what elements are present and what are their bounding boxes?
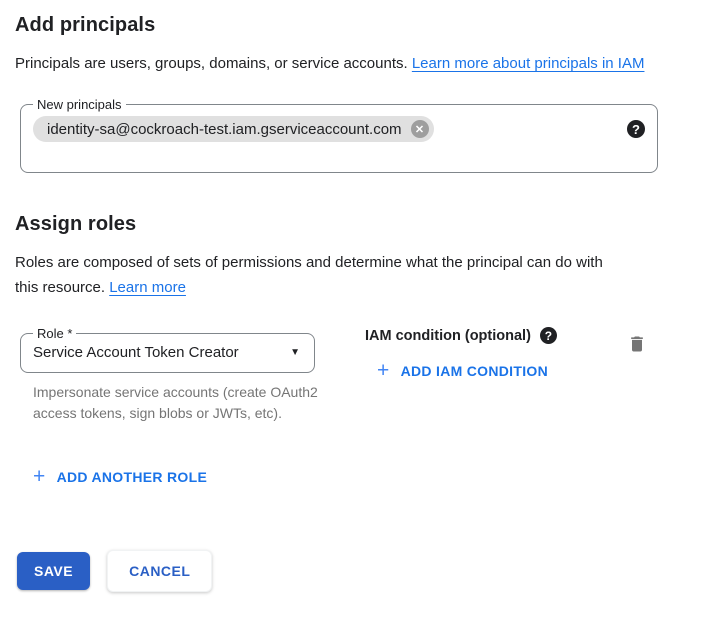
role-row: Role * Service Account Token Creator ▼ I… <box>20 326 698 424</box>
role-label: Role * <box>33 326 76 341</box>
assign-roles-title: Assign roles <box>15 213 698 236</box>
section-add-principals: Add principals Principals are users, gro… <box>15 14 698 173</box>
new-principals-chip-row: identity-sa@cockroach-test.iam.gservicea… <box>33 116 645 142</box>
plus-icon: + <box>33 466 46 487</box>
role-column: Role * Service Account Token Creator ▼ I… <box>20 326 335 424</box>
principals-description: Principals are users, groups, domains, o… <box>15 51 670 76</box>
chevron-down-icon: ▼ <box>290 347 300 358</box>
chip-remove-icon[interactable]: ✕ <box>411 120 429 138</box>
delete-role-button[interactable] <box>627 334 647 354</box>
add-iam-condition-button[interactable]: + ADD IAM CONDITION <box>377 360 548 381</box>
save-button[interactable]: SAVE <box>17 552 90 590</box>
add-another-role-button[interactable]: + ADD ANOTHER ROLE <box>33 466 207 487</box>
principal-chip: identity-sa@cockroach-test.iam.gservicea… <box>33 116 434 142</box>
section-assign-roles: Assign roles Roles are composed of sets … <box>15 213 698 488</box>
iam-condition-label: IAM condition (optional) <box>365 328 531 344</box>
new-principals-help-icon[interactable]: ? <box>627 120 645 138</box>
add-iam-condition-label: ADD IAM CONDITION <box>401 363 548 379</box>
delete-icon <box>627 342 647 357</box>
role-value-row[interactable]: Service Account Token Creator ▼ <box>33 344 302 361</box>
new-principals-field[interactable]: New principals identity-sa@cockroach-tes… <box>20 97 658 173</box>
iam-condition-column: IAM condition (optional) ? + ADD IAM CON… <box>365 326 627 382</box>
cancel-button[interactable]: CANCEL <box>107 550 212 592</box>
new-principals-label: New principals <box>33 97 126 112</box>
role-selected-value: Service Account Token Creator <box>33 344 239 361</box>
role-helper-text: Impersonate service accounts (create OAu… <box>33 382 331 424</box>
dialog-actions: SAVE CANCEL <box>17 550 698 592</box>
learn-more-principals-link[interactable]: Learn more about principals in IAM <box>412 55 645 72</box>
iam-condition-help-icon[interactable]: ? <box>540 327 557 344</box>
page-title: Add principals <box>15 14 698 37</box>
add-principals-dialog: Add principals Principals are users, gro… <box>0 0 713 592</box>
principal-chip-label: identity-sa@cockroach-test.iam.gservicea… <box>47 121 402 138</box>
learn-more-roles-link[interactable]: Learn more <box>109 279 186 296</box>
plus-icon: + <box>377 360 390 381</box>
iam-condition-label-row: IAM condition (optional) ? <box>365 326 627 344</box>
roles-description-text: Roles are composed of sets of permission… <box>15 254 603 296</box>
principals-description-text: Principals are users, groups, domains, o… <box>15 55 412 72</box>
role-select[interactable]: Role * Service Account Token Creator ▼ <box>20 326 315 373</box>
roles-description: Roles are composed of sets of permission… <box>15 250 627 300</box>
add-another-role-wrap: + ADD ANOTHER ROLE <box>33 466 698 488</box>
add-another-role-label: ADD ANOTHER ROLE <box>57 469 208 485</box>
